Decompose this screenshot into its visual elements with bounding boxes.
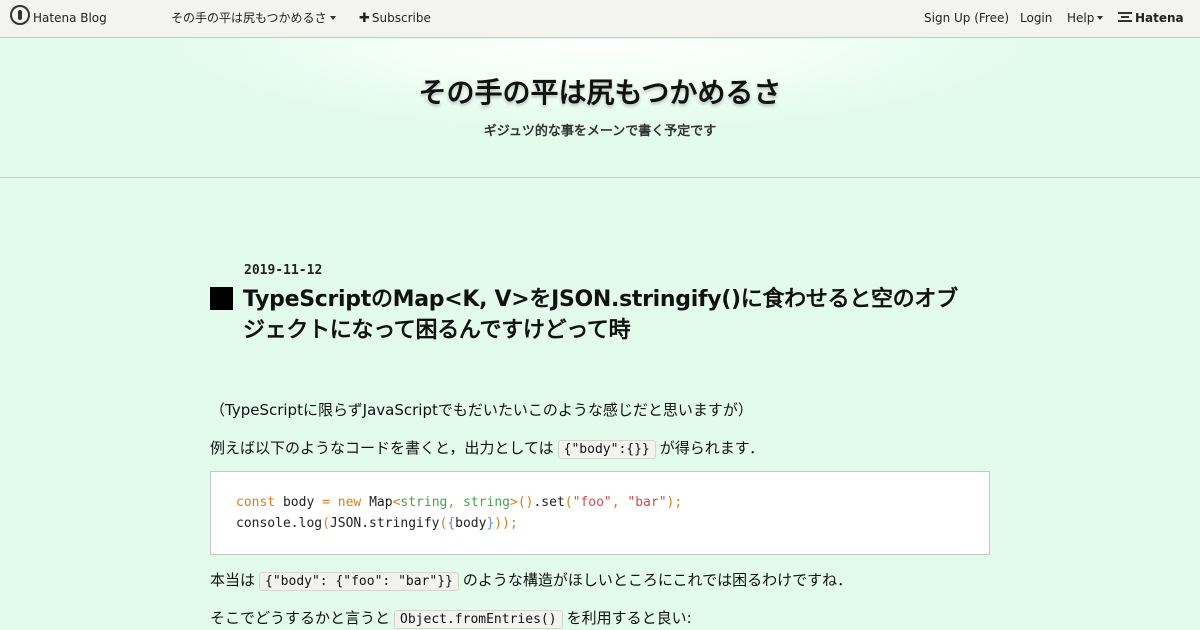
chevron-down-icon: [329, 16, 336, 20]
chevron-down-icon: [1097, 16, 1104, 20]
paragraph-2-text-after: が得られます．: [659, 439, 765, 457]
hatena-label: Hatena: [1135, 11, 1184, 25]
paragraph-4-text-after: を利用すると良い:: [566, 609, 692, 627]
global-header: Hatena Blog その手の平は尻もつかめるさ ✚ Subscribe Sig…: [0, 0, 1200, 38]
code-token: JSON.stringify: [329, 516, 440, 531]
blog-header: その手の平は尻もつかめるさ ギジュツ的な事をメーンで書く予定です: [0, 39, 1200, 178]
paragraph-3: 本当は {"body": {"foo": "bar"}} のような構造がほしいところ…: [210, 569, 853, 591]
code-token: body: [455, 516, 487, 531]
inline-code: {"body": {"foo": "bar"}}: [259, 572, 459, 591]
hatena-logo[interactable]: Hatena: [1118, 0, 1184, 38]
code-token: );: [666, 495, 683, 510]
signup-link[interactable]: Sign Up (Free): [924, 0, 1009, 38]
paragraph-4: そこでどうするかと言うと Object.fromEntries() を利用すると良い…: [210, 607, 692, 629]
subscribe-button[interactable]: ✚ Subscribe: [359, 0, 431, 38]
code-token: ,: [611, 495, 628, 510]
help-dropdown[interactable]: Help: [1067, 0, 1104, 38]
paragraph-3-text-before: 本当は: [210, 571, 256, 589]
paragraph-4-text-before: そこでどうするかと言うと: [210, 609, 391, 627]
login-link[interactable]: Login: [1020, 0, 1052, 38]
blog-description: ギジュツ的な事をメーンで書く予定です: [483, 124, 717, 139]
subscribe-label: Subscribe: [371, 11, 431, 25]
code-token: "foo": [572, 495, 612, 510]
entry-date[interactable]: 2019-11-12: [244, 263, 322, 278]
code-token: string: [400, 495, 448, 510]
code-token: >: [509, 495, 518, 510]
code-token: "bar": [627, 495, 667, 510]
hatena-blog-logo-icon: [10, 5, 30, 25]
code-token: .set: [533, 495, 565, 510]
hatena-blog-logo[interactable]: Hatena Blog: [10, 0, 107, 38]
hatena-logo-icon: [1118, 12, 1132, 22]
code-token: ,: [447, 495, 464, 510]
code-token: (: [564, 495, 573, 510]
blog-menu-label: その手の平は尻もつかめるさ: [171, 11, 327, 25]
code-token: new: [337, 495, 362, 510]
logo-text: Hatena Blog: [33, 11, 107, 25]
code-token: {: [447, 516, 456, 531]
paragraph-3-text-after: のような構造がほしいところにこれでは困るわけですね．: [462, 571, 853, 589]
inline-code: {"body":{}}: [557, 440, 656, 459]
code-token: body: [275, 495, 323, 510]
title-square-icon: [210, 287, 233, 310]
code-token: (: [322, 516, 330, 531]
code-token: string: [463, 495, 510, 510]
help-label: Help: [1067, 11, 1095, 25]
code-token: ));: [494, 516, 518, 531]
paragraph-2-text-before: 例えば以下のようなコードを書くと，出力としては: [210, 439, 554, 457]
blog-title[interactable]: その手の平は尻もつかめるさ: [0, 71, 1200, 111]
code-token: =: [322, 495, 330, 510]
code-token: (): [517, 495, 534, 510]
plus-icon: ✚: [359, 11, 370, 26]
code-token: Map: [361, 495, 393, 510]
code-token: console.log: [236, 516, 323, 531]
blog-menu-dropdown[interactable]: その手の平は尻もつかめるさ: [171, 0, 336, 38]
paragraph-1: （TypeScriptに限らずJavaScriptでもだいたいこのような感じだと…: [210, 401, 753, 419]
paragraph-2: 例えば以下のようなコードを書くと，出力としては {"body":{}} が得られます…: [210, 437, 765, 459]
code-block: const body = new Map<string, string>().s…: [210, 471, 990, 555]
code-token: const: [236, 495, 276, 510]
inline-code: Object.fromEntries(): [394, 610, 563, 629]
entry-title[interactable]: TypeScriptのMap<K, V>をJSON.stringify()に食わ…: [243, 284, 963, 346]
